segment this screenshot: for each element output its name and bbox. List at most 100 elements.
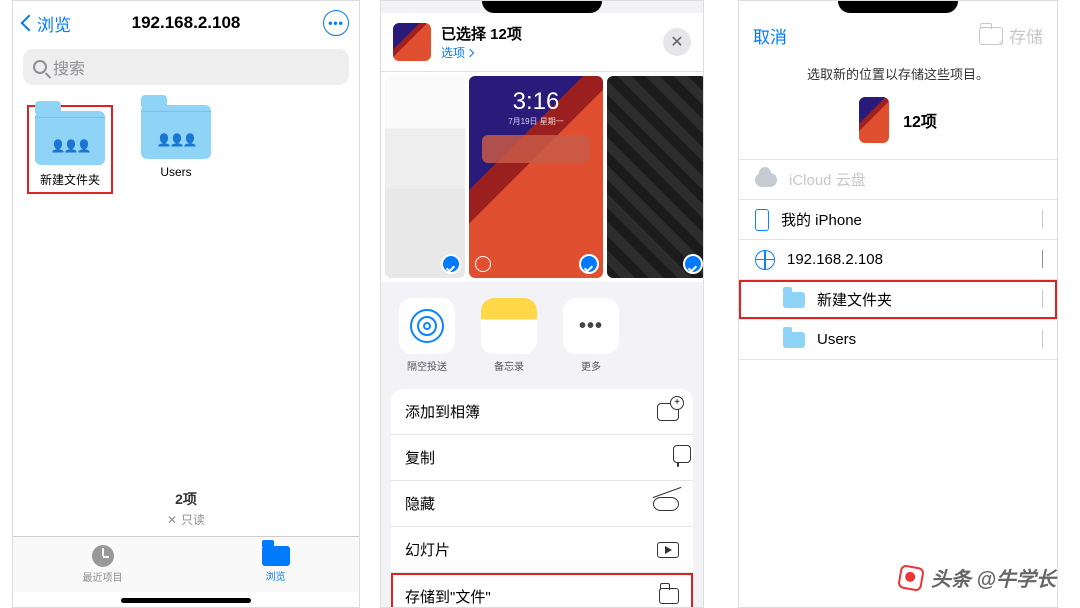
options-button[interactable]: 选项 (441, 44, 522, 61)
bottom-area: 2项 ✕ 只读 最近项目 浏览 (13, 489, 359, 607)
action-label: 添加到相簿 (405, 401, 480, 422)
shared-folder-icon: 👤👤👤 (141, 105, 211, 159)
share-action[interactable]: 存储到"文件" (391, 573, 693, 608)
lockscreen-notif (482, 135, 590, 163)
tab-browse[interactable]: 浏览 (262, 546, 290, 583)
save-item-summary: 12项 (739, 97, 1057, 159)
share-action[interactable]: 添加到相簿 (391, 389, 693, 435)
close-x-icon: ✕ (167, 513, 177, 527)
more-icon: ••• (579, 315, 603, 338)
tab-bar: 最近项目 浏览 (13, 536, 359, 592)
folder-icon (262, 546, 290, 566)
notes-icon (481, 298, 537, 354)
search-input[interactable]: 搜索 (23, 49, 349, 85)
photo-thumb[interactable] (385, 76, 465, 278)
folder-grid: 👤👤👤 新建文件夹👤👤👤 Users (13, 95, 359, 204)
clock-icon (92, 545, 114, 567)
share-app-label: 隔空投送 (399, 358, 455, 373)
action-label: 存储到"文件" (405, 586, 491, 607)
phone-share-sheet: 已选择 12项 选项 ✕ 3:16 7月19日 星期一 隔空投送 备忘录 ••• 更多… (380, 0, 704, 608)
location-label: Users (817, 331, 856, 348)
nav-bar: 浏览 192.168.2.108 ••• (13, 1, 359, 45)
readonly-indicator: ✕ 只读 (13, 511, 359, 536)
selected-check-icon (683, 254, 703, 274)
location-row[interactable]: Users (739, 320, 1057, 360)
photo-thumb[interactable]: 3:16 7月19日 星期一 (469, 76, 603, 278)
phone-save-location: 取消 存储 选取新的位置以存储这些项目。 12项 iCloud 云盘我的 iPh… (738, 0, 1058, 608)
chevron-right-icon (1042, 330, 1043, 348)
phone-files-app: 浏览 192.168.2.108 ••• 搜索 👤👤👤 新建文件夹👤👤👤 Use… (12, 0, 360, 608)
icloud-icon (755, 173, 777, 187)
summary-thumbnail (859, 97, 889, 143)
folder-icon (783, 292, 805, 308)
search-icon (33, 60, 47, 74)
photo-thumb[interactable] (607, 76, 703, 278)
notch (482, 1, 602, 13)
share-app-label: 更多 (563, 358, 619, 373)
location-row[interactable]: 新建文件夹 (739, 280, 1057, 320)
copy-icon (677, 449, 679, 466)
save-to-files-icon (659, 588, 679, 604)
airdrop-icon (410, 309, 444, 343)
selected-check-icon (579, 254, 599, 274)
tab-recent[interactable]: 最近项目 (83, 545, 123, 584)
chevron-right-icon (1042, 290, 1043, 308)
save-button[interactable]: 存储 (979, 23, 1043, 48)
action-label: 幻灯片 (405, 539, 450, 560)
hide-icon (653, 497, 679, 511)
close-icon: ✕ (670, 32, 683, 52)
location-label: 192.168.2.108 (787, 251, 883, 268)
location-label: iCloud 云盘 (789, 169, 866, 190)
location-label: 我的 iPhone (781, 209, 862, 230)
folder-item[interactable]: 👤👤👤 Users (133, 105, 219, 194)
chevron-right-icon (1042, 210, 1043, 228)
shared-folder-icon: 👤👤👤 (35, 111, 105, 165)
chevron-down-icon (1042, 250, 1043, 268)
share-header: 已选择 12项 选项 ✕ (381, 13, 703, 72)
save-instruction: 选取新的位置以存储这些项目。 (739, 58, 1057, 97)
share-header-text: 已选择 12项 选项 (441, 23, 522, 61)
save-header: 取消 存储 (739, 13, 1057, 58)
new-folder-icon (979, 27, 1003, 45)
share-app[interactable]: 隔空投送 (399, 298, 455, 373)
summary-count: 12项 (903, 108, 937, 132)
nav-title: 192.168.2.108 (13, 13, 359, 33)
share-thumbnail (393, 23, 431, 61)
share-app-label: 备忘录 (481, 358, 537, 373)
location-label: 新建文件夹 (817, 289, 892, 310)
folder-label: 新建文件夹 (33, 171, 107, 188)
selected-check-icon (441, 254, 461, 274)
search-placeholder: 搜索 (53, 55, 85, 79)
share-action[interactable]: 隐藏 (391, 481, 693, 527)
notch (838, 1, 958, 13)
folder-item[interactable]: 👤👤👤 新建文件夹 (27, 105, 113, 194)
cancel-button[interactable]: 取消 (753, 23, 787, 48)
lockscreen-date: 7月19日 星期一 (508, 116, 564, 127)
lockscreen-time: 3:16 (513, 88, 560, 116)
watermark-icon (897, 564, 925, 592)
share-app[interactable]: 备忘录 (481, 298, 537, 373)
share-action[interactable]: 幻灯片 (391, 527, 693, 573)
location-row[interactable]: 192.168.2.108 (739, 240, 1057, 280)
add-to-album-icon (657, 403, 679, 421)
slideshow-icon (657, 542, 679, 558)
share-apps-row[interactable]: 隔空投送 备忘录 ••• 更多 (381, 282, 703, 389)
unselected-circle-icon (475, 256, 491, 272)
globe-icon (755, 250, 775, 270)
action-label: 隐藏 (405, 493, 435, 514)
share-app[interactable]: ••• 更多 (563, 298, 619, 373)
chevron-right-icon (466, 48, 474, 56)
home-indicator[interactable] (121, 598, 251, 603)
close-button[interactable]: ✕ (663, 28, 691, 56)
location-row: iCloud 云盘 (739, 160, 1057, 200)
item-count: 2项 (13, 489, 359, 511)
location-list: iCloud 云盘我的 iPhone 192.168.2.108 新建文件夹 User… (739, 159, 1057, 360)
share-action[interactable]: 复制 (391, 435, 693, 481)
action-label: 复制 (405, 447, 435, 468)
selected-photos-row[interactable]: 3:16 7月19日 星期一 (381, 72, 703, 282)
selected-count: 已选择 12项 (441, 23, 522, 44)
location-row[interactable]: 我的 iPhone (739, 200, 1057, 240)
watermark: 头条 @牛学长 (899, 563, 1056, 592)
folder-label: Users (133, 165, 219, 179)
iphone-icon (755, 209, 769, 231)
